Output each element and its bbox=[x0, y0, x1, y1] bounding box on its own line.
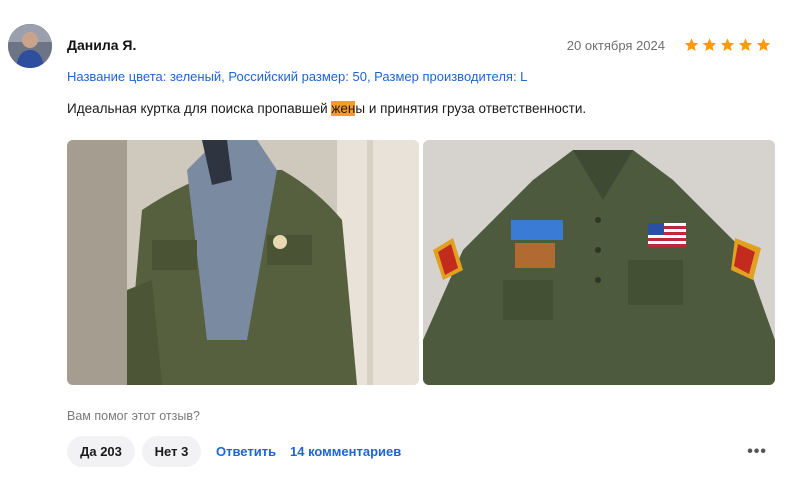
star-icon bbox=[720, 38, 735, 51]
comments-link[interactable]: 14 комментариев bbox=[290, 444, 401, 459]
avatar[interactable] bbox=[8, 24, 52, 68]
review-text: Идеальная куртка для поиска пропавшей же… bbox=[67, 101, 586, 116]
review-photo-2[interactable] bbox=[423, 140, 775, 385]
review-date: 20 октября 2024 bbox=[566, 38, 665, 53]
helpful-question: Вам помог этот отзыв? bbox=[67, 409, 200, 423]
star-icon bbox=[702, 38, 717, 51]
author-name: Данила Я. bbox=[67, 37, 137, 53]
helpful-no-button[interactable]: Нет 3 bbox=[142, 436, 201, 467]
helpful-yes-button[interactable]: Да 203 bbox=[67, 436, 135, 467]
star-icon bbox=[684, 38, 699, 51]
review-text-part: Идеальная куртка для поиска пропавшей bbox=[67, 101, 332, 116]
variant-info: Название цвета: зеленый, Российский разм… bbox=[67, 69, 528, 84]
star-icon bbox=[756, 38, 771, 51]
review-text-part: ы и принятия груза ответственности. bbox=[355, 101, 587, 116]
reply-link[interactable]: Ответить bbox=[216, 444, 276, 459]
more-options-icon[interactable]: ••• bbox=[747, 443, 767, 461]
search-highlight: жен bbox=[331, 101, 356, 116]
rating-stars bbox=[683, 37, 772, 53]
star-icon bbox=[738, 38, 753, 51]
review-photo-1[interactable] bbox=[67, 140, 419, 385]
